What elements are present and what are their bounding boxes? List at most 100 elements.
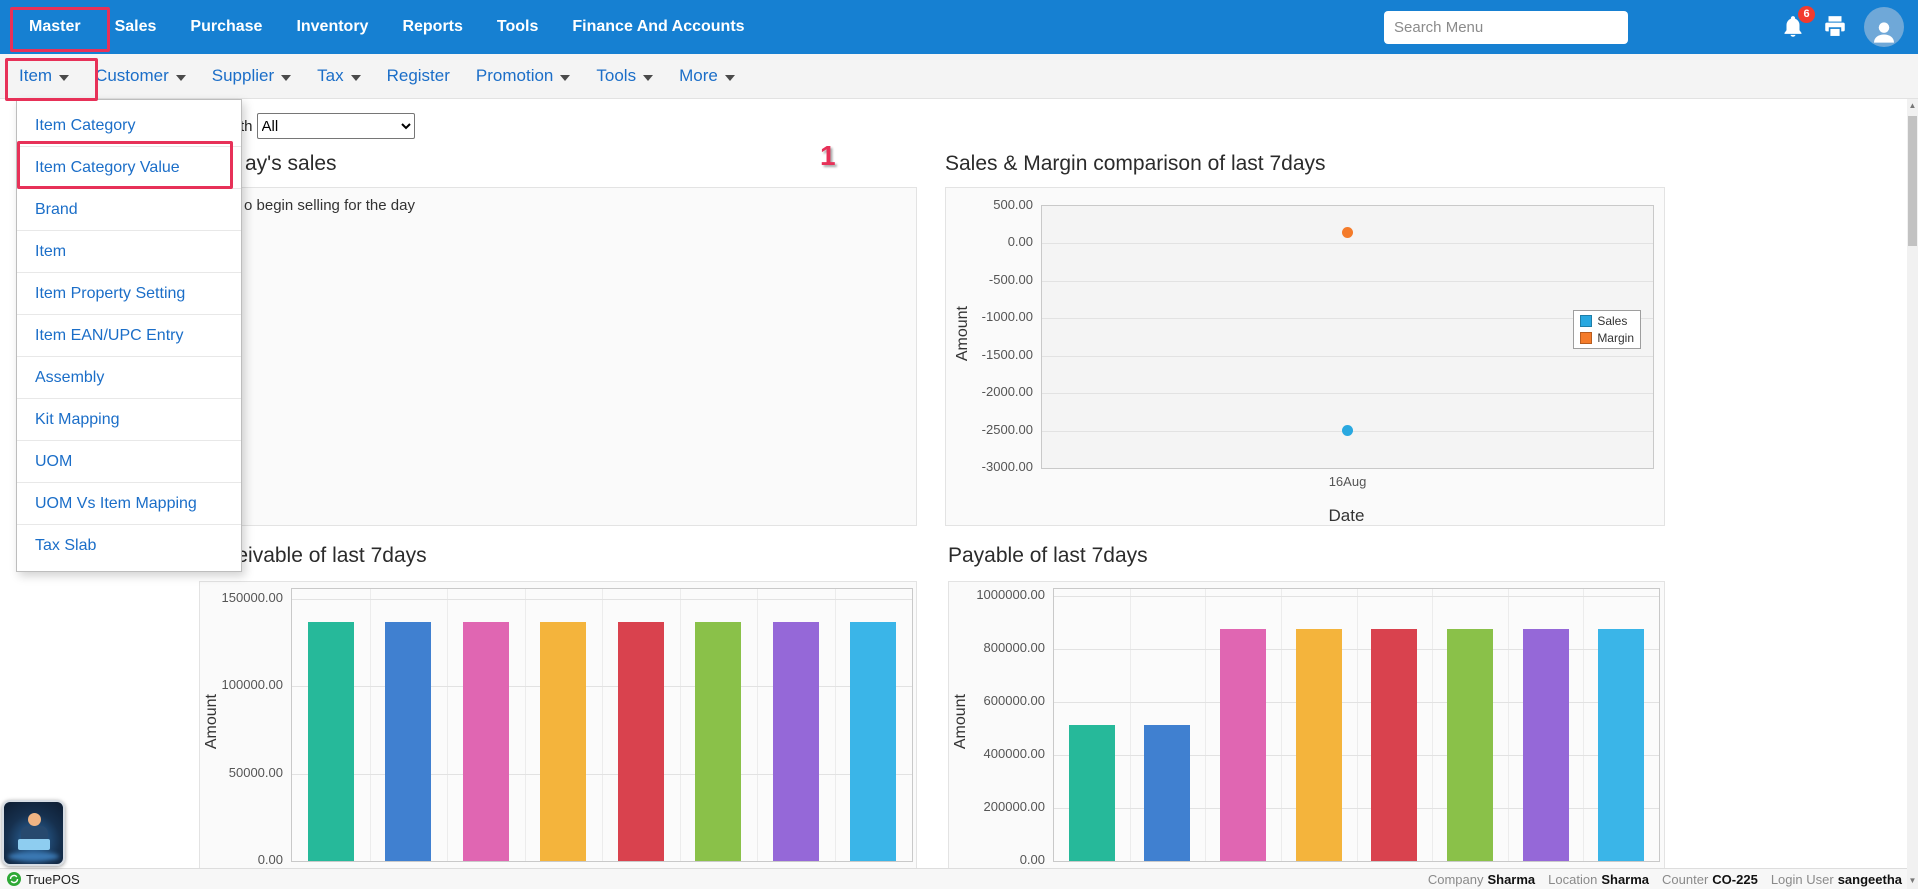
scroll-down-arrow-icon[interactable]: [1907, 874, 1918, 888]
y-axis-label: Amount: [952, 694, 970, 749]
sales-margin-title: Sales & Margin comparison of last 7days: [945, 152, 1326, 176]
search-menu-input[interactable]: [1384, 11, 1628, 44]
bar: [1598, 629, 1644, 861]
bar: [695, 622, 741, 861]
legend-item-sales: Sales: [1580, 314, 1634, 328]
vertical-gridline: [1130, 589, 1131, 861]
legend-swatch-margin: [1580, 332, 1592, 344]
subnav-item-tools[interactable]: Tools: [583, 54, 666, 98]
subnav-item-supplier[interactable]: Supplier: [199, 54, 304, 98]
sales-margin-panel: Amount Sales Margin 500.000.00-500.00-10…: [945, 187, 1665, 526]
dropdown-item-uom[interactable]: UOM: [17, 441, 241, 483]
todays-sales-title: ay's sales: [245, 152, 337, 176]
y-axis-tick-label: 0.00: [1020, 852, 1045, 867]
user-avatar[interactable]: [1864, 7, 1904, 47]
y-axis-tick-label: 50000.00: [229, 765, 283, 780]
sales-margin-chart: Sales Margin 500.000.00-500.00-1000.00-1…: [1041, 205, 1654, 469]
payable-chart: 1000000.00800000.00600000.00400000.00200…: [1053, 588, 1660, 862]
dropdown-item-item-category-value[interactable]: Item Category Value: [17, 147, 241, 189]
y-axis-tick-label: 600000.00: [984, 693, 1045, 708]
vertical-gridline: [1583, 589, 1584, 861]
y-axis-tick-label: 800000.00: [984, 640, 1045, 655]
caret-down-icon: [59, 75, 69, 81]
status-label: Location: [1548, 872, 1597, 887]
menu-item-inventory[interactable]: Inventory: [279, 0, 385, 54]
menu-item-master[interactable]: Master: [12, 0, 98, 54]
menu-item-tools[interactable]: Tools: [480, 0, 555, 54]
status-label: Company: [1428, 872, 1484, 887]
vertical-gridline: [1508, 589, 1509, 861]
scroll-up-arrow-icon[interactable]: [1907, 99, 1918, 113]
vertical-scrollbar[interactable]: [1907, 99, 1918, 889]
bar: [1296, 629, 1342, 861]
menu-item-finance-and-accounts[interactable]: Finance And Accounts: [555, 0, 761, 54]
subnav-item-promotion[interactable]: Promotion: [463, 54, 583, 98]
dropdown-item-tax-slab[interactable]: Tax Slab: [17, 525, 241, 566]
caret-down-icon: [281, 75, 291, 81]
subnav-item-label: Tax: [317, 66, 343, 86]
receivable-panel: Amount 150000.00100000.0050000.000.00: [199, 581, 917, 889]
subnav-item-label: More: [679, 66, 718, 86]
bar: [385, 622, 431, 861]
branch-select[interactable]: All: [257, 113, 415, 139]
dropdown-item-item-ean-upc-entry[interactable]: Item EAN/UPC Entry: [17, 315, 241, 357]
subnav-item-label: Item: [19, 66, 52, 86]
horizontal-gridline: [1042, 281, 1653, 282]
caret-down-icon: [351, 75, 361, 81]
bar: [1220, 629, 1266, 861]
vertical-gridline: [1357, 589, 1358, 861]
scrollbar-thumb[interactable]: [1908, 116, 1917, 246]
y-axis-tick-label: 0.00: [258, 852, 283, 867]
caret-down-icon: [725, 75, 735, 81]
bar: [773, 622, 819, 861]
menu-item-purchase[interactable]: Purchase: [173, 0, 279, 54]
branch-filter: th All: [240, 113, 415, 139]
user-icon: [1869, 17, 1899, 47]
brand: TruePOS: [7, 872, 80, 887]
notifications-button[interactable]: 6: [1780, 14, 1806, 40]
subnav-item-label: Promotion: [476, 66, 553, 86]
dropdown-item-assembly[interactable]: Assembly: [17, 357, 241, 399]
widget-art-laptop: [18, 839, 50, 850]
caret-down-icon: [560, 75, 570, 81]
annotation-step-number: 1: [820, 140, 836, 172]
vertical-gridline: [370, 589, 371, 861]
vertical-gridline: [602, 589, 603, 861]
y-axis-tick-label: 400000.00: [984, 746, 1045, 761]
subnav-item-item[interactable]: Item: [6, 54, 82, 98]
brand-name: TruePOS: [26, 872, 80, 887]
menu-item-sales[interactable]: Sales: [98, 0, 174, 54]
subnav-item-more[interactable]: More: [666, 54, 748, 98]
bar: [1447, 629, 1493, 861]
subnav-item-label: Register: [387, 66, 450, 86]
y-axis-tick-label: 150000.00: [222, 590, 283, 605]
subnav-item-label: Customer: [95, 66, 169, 86]
printer-icon: [1822, 14, 1848, 40]
dropdown-item-item-category[interactable]: Item Category: [17, 105, 241, 147]
status-bar: TruePOS Company Sharma Location Sharma C…: [0, 868, 1918, 889]
dropdown-item-brand[interactable]: Brand: [17, 189, 241, 231]
y-axis-tick-label: 100000.00: [222, 677, 283, 692]
subnav-item-customer[interactable]: Customer: [82, 54, 199, 98]
payable-title: Payable of last 7days: [948, 544, 1148, 568]
legend-label-margin: Margin: [1597, 331, 1634, 345]
horizontal-gridline: [292, 599, 912, 600]
begin-selling-link[interactable]: o begin selling for the day: [244, 197, 415, 214]
dropdown-item-uom-vs-item-mapping[interactable]: UOM Vs Item Mapping: [17, 483, 241, 525]
horizontal-gridline: [1042, 356, 1653, 357]
bar: [1523, 629, 1569, 861]
help-widget-thumbnail[interactable]: [2, 800, 65, 866]
dropdown-item-item-property-setting[interactable]: Item Property Setting: [17, 273, 241, 315]
notification-badge: 6: [1798, 6, 1815, 23]
print-button[interactable]: [1822, 14, 1848, 40]
topnav-actions: 6: [1384, 0, 1904, 54]
subnav-item-register[interactable]: Register: [374, 54, 463, 98]
y-axis-tick-label: 500.00: [993, 197, 1033, 212]
subnav-item-tax[interactable]: Tax: [304, 54, 373, 98]
dropdown-item-kit-mapping[interactable]: Kit Mapping: [17, 399, 241, 441]
dropdown-item-item[interactable]: Item: [17, 231, 241, 273]
caret-down-icon: [176, 75, 186, 81]
y-axis-tick-label: -1000.00: [982, 309, 1033, 324]
menu-item-reports[interactable]: Reports: [385, 0, 479, 54]
bar: [308, 622, 354, 861]
